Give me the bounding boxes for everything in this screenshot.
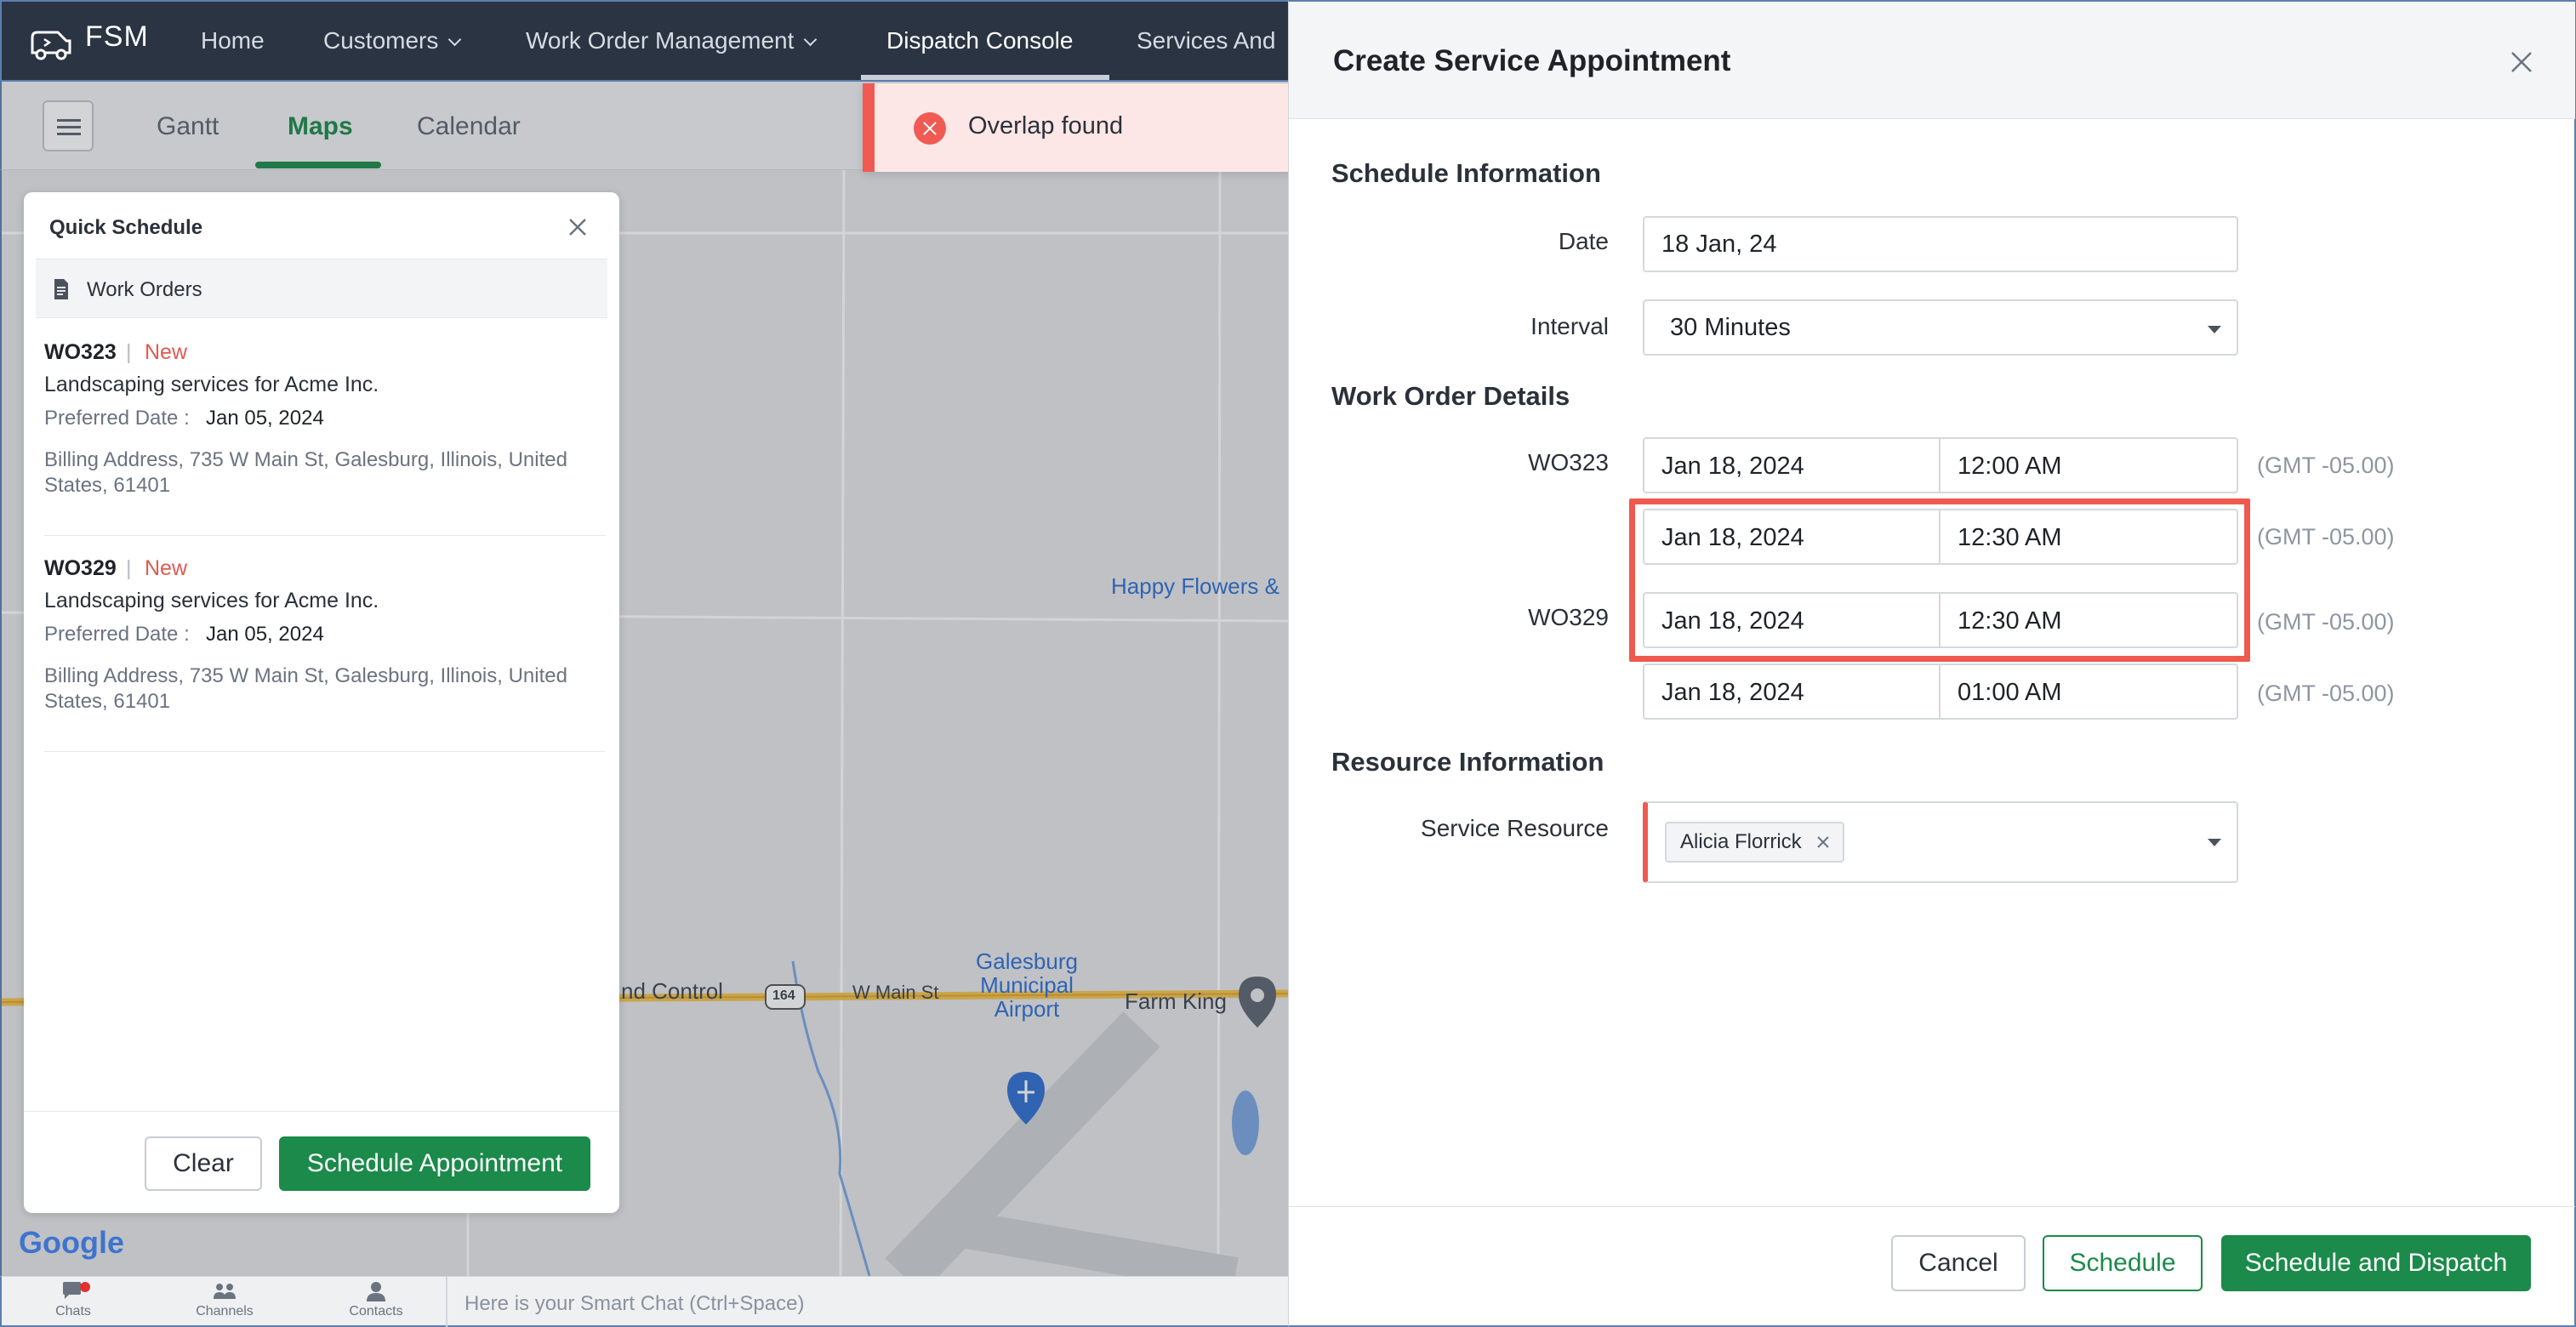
divider — [1289, 1206, 2575, 1207]
close-icon[interactable] — [565, 214, 590, 240]
start-date-field[interactable]: Jan 18, 2024 — [1661, 453, 1804, 481]
smart-chat-input[interactable]: Here is your Smart Chat (Ctrl+Space) — [464, 1292, 804, 1316]
close-icon[interactable] — [2507, 48, 2536, 77]
dropdown-arrow-icon — [2208, 839, 2221, 846]
quick-schedule-panel: Quick Schedule Work Orders WO323 | New L… — [24, 192, 619, 1213]
create-service-appointment-panel: Create Service Appointment Schedule Info… — [1288, 0, 2576, 1327]
schedule-appointment-button[interactable]: Schedule Appointment — [279, 1136, 590, 1191]
work-orders-subheader: Work Orders — [36, 259, 607, 318]
toast-message: Overlap found — [968, 112, 1124, 140]
divider — [24, 1111, 619, 1112]
channels-button[interactable]: Channels — [165, 1280, 284, 1319]
contacts-icon — [367, 1282, 385, 1301]
separator: | — [126, 340, 132, 364]
work-order-start-datetime[interactable]: Jan 18, 2024 12:00 AM — [1643, 437, 2238, 493]
divider — [446, 1277, 447, 1327]
billing-address: Billing Address, 735 W Main St, Galesbur… — [44, 664, 567, 713]
timezone-label: (GMT -05.00) — [2257, 453, 2395, 478]
timezone-label: (GMT -05.00) — [2257, 681, 2395, 706]
schedule-information-heading: Schedule Information — [1331, 158, 1601, 188]
date-field[interactable]: 18 Jan, 24 — [1643, 216, 2238, 272]
nav-item-home[interactable]: Home — [201, 27, 265, 54]
start-time-field[interactable]: 12:00 AM — [1958, 453, 2062, 481]
chevron-down-icon — [448, 32, 462, 47]
schedule-button[interactable]: Schedule — [2043, 1235, 2203, 1291]
resource-information-heading: Resource Information — [1331, 747, 1604, 777]
resource-chip: Alicia Florrick — [1665, 822, 1844, 863]
end-date-field[interactable]: Jan 18, 2024 — [1661, 679, 1804, 707]
preferred-date-value: Jan 05, 2024 — [206, 407, 324, 430]
top-navigation-bar: FSM Home Customers Work Order Management… — [0, 0, 1288, 82]
overlap-highlight-box — [1629, 498, 2250, 662]
preferred-date-label: Preferred Date : — [44, 407, 190, 430]
error-icon — [914, 112, 946, 145]
work-order-card[interactable]: WO323 | New Landscaping services for Acm… — [44, 320, 606, 536]
interval-select[interactable]: 30 Minutes — [1643, 299, 2238, 356]
separator: | — [126, 556, 132, 580]
work-order-details-heading: Work Order Details — [1331, 381, 1570, 411]
interval-label: Interval — [1530, 313, 1609, 339]
notification-dot — [80, 1282, 90, 1292]
clear-button[interactable]: Clear — [145, 1136, 262, 1191]
work-order-card[interactable]: WO329 | New Landscaping services for Acm… — [44, 536, 606, 752]
cancel-button[interactable]: Cancel — [1891, 1235, 2026, 1291]
end-time-field[interactable]: 01:00 AM — [1958, 679, 2062, 707]
preferred-date-label: Preferred Date : — [44, 623, 190, 646]
timezone-label: (GMT -05.00) — [2257, 524, 2395, 550]
schedule-and-dispatch-button[interactable]: Schedule and Dispatch — [2221, 1235, 2531, 1291]
work-order-id: WO323 — [44, 340, 117, 364]
chevron-down-icon — [804, 32, 818, 47]
document-icon — [54, 279, 68, 299]
nav-active-indicator — [861, 75, 1109, 80]
panel-title: Create Service Appointment — [1333, 44, 1731, 77]
billing-address: Billing Address, 735 W Main St, Galesbur… — [44, 448, 567, 497]
timezone-label: (GMT -05.00) — [2257, 609, 2395, 635]
status-badge: New — [145, 556, 188, 580]
quick-schedule-title: Quick Schedule — [49, 216, 203, 239]
contacts-button[interactable]: Contacts — [316, 1280, 436, 1319]
preferred-date-value: Jan 05, 2024 — [206, 623, 324, 646]
nav-item-work-order-management[interactable]: Work Order Management — [526, 27, 818, 54]
nav-item-customers[interactable]: Customers — [323, 27, 462, 54]
work-order-description: Landscaping services for Acme Inc. — [44, 589, 379, 612]
channels-icon — [214, 1284, 236, 1299]
service-resource-select[interactable]: Alicia Florrick — [1643, 801, 2238, 883]
service-resource-label: Service Resource — [1421, 815, 1609, 841]
work-order-end-datetime[interactable]: Jan 18, 2024 01:00 AM — [1643, 664, 2238, 720]
work-order-id: WO329 — [44, 556, 117, 580]
nav-item-services[interactable]: Services And — [1137, 27, 1275, 54]
work-order-id-label: WO323 — [1528, 449, 1609, 476]
panel-header: Create Service Appointment — [1289, 2, 2575, 119]
fsm-van-logo-icon — [31, 31, 71, 60]
status-badge: New — [145, 340, 188, 364]
date-label: Date — [1558, 228, 1609, 254]
work-order-description: Landscaping services for Acme Inc. — [44, 373, 379, 396]
chats-button[interactable]: Chats — [14, 1280, 133, 1319]
remove-chip-icon[interactable] — [1815, 834, 1831, 850]
dropdown-arrow-icon — [2208, 326, 2221, 333]
smart-chat-bar: Chats Channels Contacts Here is your Sma… — [0, 1276, 1288, 1327]
work-order-id-label: WO329 — [1528, 604, 1609, 630]
work-orders-label: Work Orders — [87, 278, 202, 301]
nav-item-dispatch-console[interactable]: Dispatch Console — [886, 27, 1073, 54]
app-brand: FSM — [85, 20, 149, 53]
